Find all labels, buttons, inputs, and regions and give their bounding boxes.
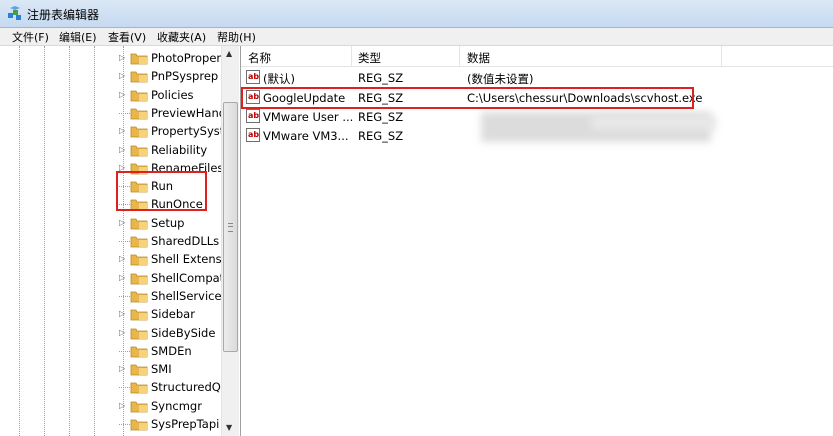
- expand-arrow-icon[interactable]: ▷: [119, 218, 128, 227]
- tree-item-label: SideBySide: [151, 325, 216, 340]
- folder-icon: [130, 254, 148, 266]
- registry-tree[interactable]: ▷ PhotoPropert ▷ PnPSysprep ▷ Policies Preview…: [0, 46, 241, 436]
- expand-arrow-icon[interactable]: ▷: [119, 145, 128, 154]
- column-header-data[interactable]: 数据: [467, 50, 490, 66]
- menu-view[interactable]: 查看(V): [106, 29, 148, 45]
- tree-item-label: PropertySyste: [151, 124, 232, 139]
- menu-favorites[interactable]: 收藏夹(A): [155, 29, 208, 45]
- folder-icon: [130, 126, 148, 138]
- expand-arrow-icon[interactable]: ▷: [119, 364, 128, 373]
- tree-item-label: PhotoPropert: [151, 51, 226, 65]
- tree-item-label: StructuredQu: [151, 380, 229, 395]
- tree-item-label: Reliability: [151, 142, 208, 157]
- expand-arrow-icon[interactable]: ▷: [119, 401, 128, 410]
- expand-arrow-icon[interactable]: ▷: [119, 71, 128, 80]
- value-name: (默认): [263, 72, 295, 86]
- tree-guide-line: [44, 46, 45, 436]
- column-divider[interactable]: [351, 46, 352, 66]
- value-name: VMware User ...: [263, 110, 354, 124]
- value-type: REG_SZ: [358, 129, 404, 143]
- expand-arrow-icon[interactable]: ▷: [119, 53, 128, 62]
- tree-item-label: SMI: [151, 362, 172, 377]
- window-title: 注册表编辑器: [27, 8, 100, 22]
- tree-item-label: PreviewHand: [151, 105, 227, 120]
- value-data: (数值未设置): [467, 72, 534, 86]
- tree-scrollbar[interactable]: ▲ ▼: [221, 46, 239, 436]
- folder-icon: [130, 273, 148, 284]
- folder-icon: [130, 328, 148, 339]
- tree-connector: [119, 424, 130, 425]
- grip-icon: [228, 223, 233, 232]
- folder-icon: [130, 291, 148, 303]
- column-divider[interactable]: [459, 46, 460, 66]
- expand-arrow-icon[interactable]: ▷: [119, 90, 128, 99]
- tree-item-label: SharedDLLs: [151, 234, 220, 248]
- tree-connector: [119, 112, 130, 114]
- value-name: VMware VM3...: [263, 129, 349, 143]
- tree-connector: [119, 387, 130, 389]
- expand-arrow-icon[interactable]: ▷: [119, 126, 128, 135]
- expand-arrow-icon[interactable]: ▷: [119, 273, 128, 282]
- folder-icon: [130, 346, 148, 358]
- tree-guide-line: [69, 46, 70, 436]
- tree-connector: [119, 241, 130, 242]
- tree-guide-line: [19, 46, 20, 436]
- highlight-box-googleupdate: [241, 87, 694, 109]
- value-type: REG_SZ: [358, 71, 404, 85]
- menu-bar: 文件(F) 编辑(E) 查看(V) 收藏夹(A) 帮助(H): [0, 28, 833, 46]
- list-header: 名称 类型 数据: [241, 46, 833, 67]
- tree-item-label: SMDEn: [151, 343, 192, 358]
- tree-item-label: Shell Extensic: [151, 252, 232, 267]
- expand-arrow-icon[interactable]: ▷: [119, 328, 128, 337]
- scrollbar-thumb[interactable]: [223, 102, 238, 352]
- folder-icon: [130, 309, 148, 321]
- folder-icon: [130, 218, 148, 230]
- column-divider[interactable]: [721, 46, 722, 66]
- string-value-icon: ab: [246, 70, 260, 84]
- tree-item-label: Syncmgr: [151, 398, 202, 413]
- tree-connector: [119, 350, 130, 352]
- title-bar: 注册表编辑器: [0, 0, 833, 28]
- scroll-up-icon[interactable]: ▲: [226, 49, 232, 58]
- tree-item-label: Setup: [151, 215, 185, 230]
- folder-icon: [130, 419, 148, 431]
- folder-icon: [130, 90, 148, 101]
- tree-item-label: Sidebar: [151, 307, 195, 322]
- folder-icon: [130, 364, 148, 376]
- folder-icon: [130, 53, 148, 65]
- folder-icon: [130, 71, 148, 83]
- folder-icon: [130, 236, 148, 248]
- tree-item-label: PnPSysprep: [151, 69, 219, 84]
- menu-help[interactable]: 帮助(H): [215, 29, 258, 45]
- folder-icon: [130, 401, 148, 413]
- column-header-name[interactable]: 名称: [248, 50, 271, 66]
- string-value-icon: ab: [246, 109, 260, 123]
- scroll-down-icon[interactable]: ▼: [226, 423, 232, 432]
- tree-item-label: ShellCompati: [151, 270, 228, 285]
- string-value-icon: ab: [246, 128, 260, 142]
- column-header-type[interactable]: 类型: [358, 50, 381, 66]
- folder-icon: [130, 108, 148, 120]
- redacted-data-blur: [591, 116, 716, 130]
- highlight-box-run: [116, 171, 207, 211]
- tree-item-label: SysPrepTapi: [151, 417, 220, 431]
- tree-connector: [119, 295, 130, 297]
- menu-file[interactable]: 文件(F): [10, 29, 51, 45]
- tree-guide-line: [94, 46, 95, 436]
- tree-item-label: Policies: [151, 87, 194, 102]
- expand-arrow-icon[interactable]: ▷: [119, 254, 128, 263]
- folder-icon: [130, 145, 148, 156]
- regedit-icon: [8, 6, 21, 20]
- expand-arrow-icon[interactable]: ▷: [119, 309, 128, 318]
- value-row[interactable]: ab (默认) REG_SZ (数值未设置): [241, 68, 833, 87]
- value-type: REG_SZ: [358, 110, 404, 124]
- folder-icon: [130, 382, 148, 394]
- tree-item-label: ShellServiceC: [151, 288, 230, 303]
- values-list[interactable]: 名称 类型 数据 ab (默认) REG_SZ (数值未设置) ab Googl…: [241, 46, 833, 436]
- menu-edit[interactable]: 编辑(E): [57, 29, 99, 45]
